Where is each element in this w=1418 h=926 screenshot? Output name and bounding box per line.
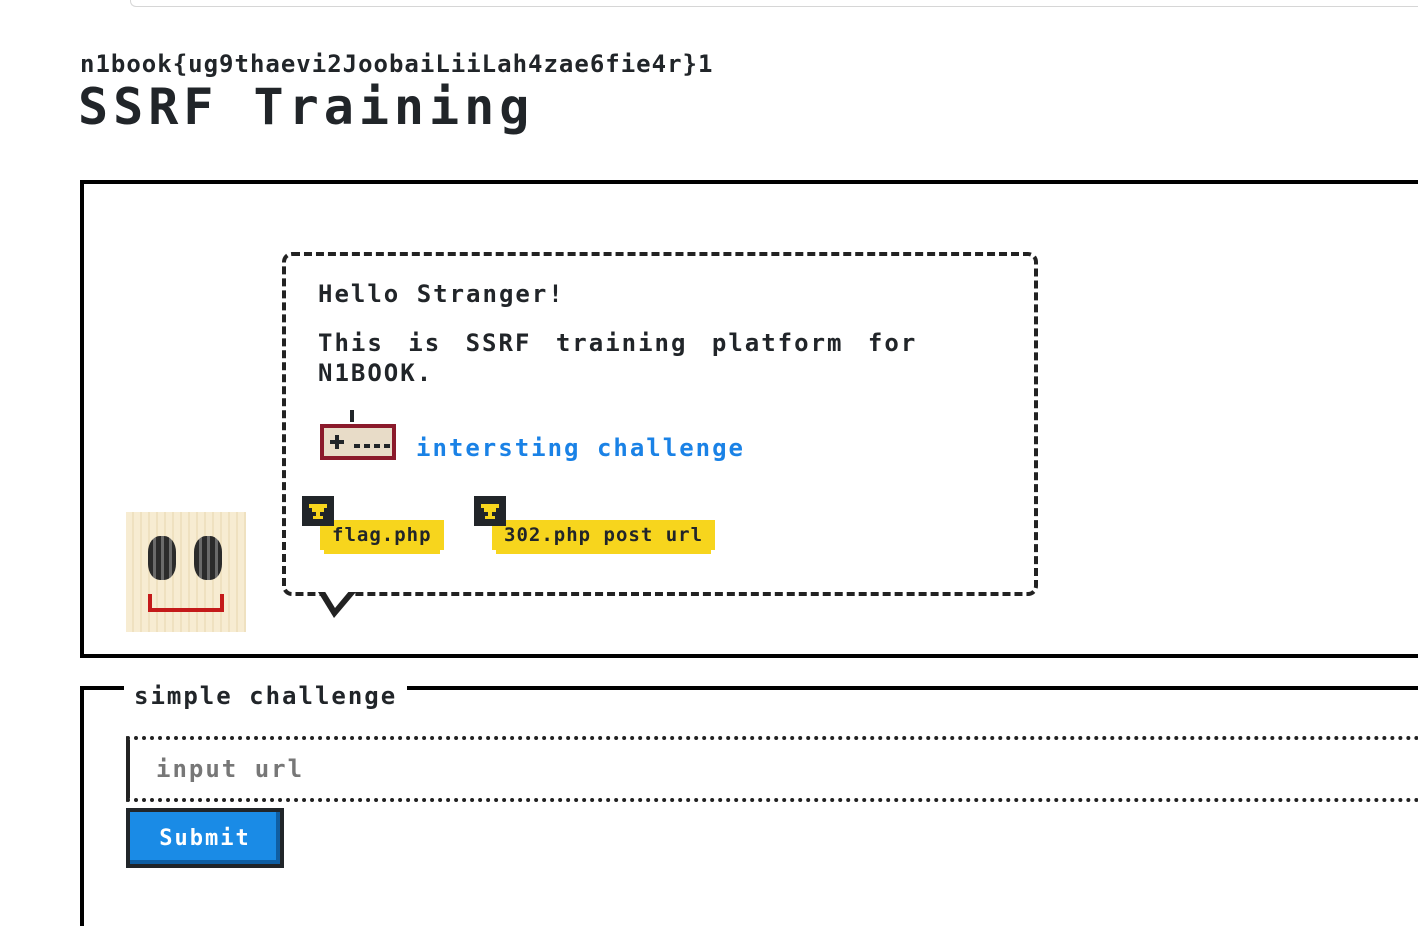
avatar-left-eye — [148, 536, 176, 580]
browser-top-edge — [0, 0, 1418, 8]
greeting-text: Hello Stranger! — [318, 280, 565, 308]
simple-challenge-fieldset — [80, 686, 1418, 926]
avatar-mouth — [148, 594, 224, 612]
badge-302-php: 302.php post url — [496, 520, 712, 550]
browser-tab-strip — [130, 0, 1418, 7]
interesting-challenge-link[interactable]: intersting challenge — [416, 434, 745, 462]
gamepad-icon — [320, 410, 396, 460]
submit-button[interactable]: Submit — [126, 808, 284, 868]
url-input[interactable] — [126, 736, 1418, 802]
page-title: SSRF Training — [78, 78, 535, 136]
speech-bubble-tail-inner — [324, 590, 350, 608]
intro-text: This is SSRF training platform for N1BOO… — [318, 329, 918, 387]
simple-challenge-legend: simple challenge — [124, 682, 408, 710]
trophy-icon — [474, 496, 506, 526]
avatar-icon — [126, 512, 246, 632]
avatar-right-eye — [194, 536, 222, 580]
badge-flag-php: flag.php — [324, 520, 440, 550]
trophy-icon — [302, 496, 334, 526]
flag-text: n1book{ug9thaevi2JoobaiLiiLah4zae6fie4r}… — [80, 50, 714, 78]
